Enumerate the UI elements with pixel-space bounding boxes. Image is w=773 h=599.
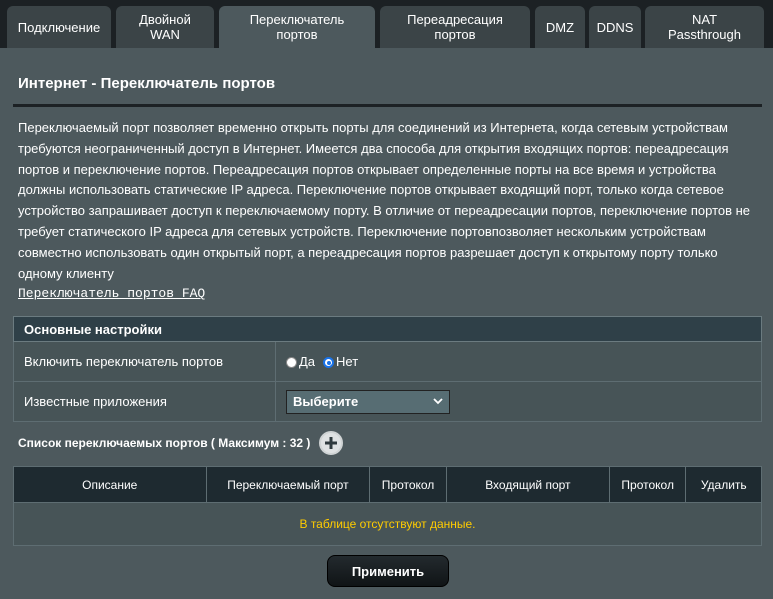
tab-dual-wan[interactable]: Двойной WAN — [116, 6, 214, 48]
no-radio[interactable] — [323, 357, 335, 368]
known-apps-label: Известные приложения — [14, 382, 276, 421]
col-description: Описание — [13, 466, 207, 503]
enable-trigger-row: Включить переключатель портов Да Нет — [13, 342, 762, 382]
tab-ddns[interactable]: DDNS — [589, 6, 641, 48]
col-protocol-2: Протокол — [608, 466, 687, 503]
tab-bar: Подключение Двойной WAN Переключатель по… — [0, 0, 773, 48]
tab-port-trigger[interactable]: Переключатель портов — [219, 6, 375, 48]
col-delete: Удалить — [685, 466, 762, 503]
known-apps-row: Известные приложения Выберите — [13, 382, 762, 422]
empty-table-message: В таблице отсутствуют данные. — [13, 502, 762, 546]
trigger-list-table: Описание Переключаемый порт Протокол Вхо… — [13, 466, 762, 546]
apply-button[interactable]: Применить — [327, 555, 449, 587]
tab-port-forwarding[interactable]: Переадресация портов — [380, 6, 530, 48]
settings-header: Основные настройки — [13, 316, 762, 342]
known-apps-select[interactable]: Выберите — [286, 389, 450, 414]
yes-radio[interactable] — [286, 357, 297, 368]
table-header-row: Описание Переключаемый порт Протокол Вхо… — [13, 466, 762, 503]
col-trigger-port: Переключаемый порт — [205, 466, 371, 503]
page-title: Интернет - Переключатель портов — [18, 75, 276, 92]
no-radio-label[interactable]: Нет — [336, 354, 358, 369]
col-protocol-1: Протокол — [369, 466, 447, 503]
col-incoming-port: Входящий порт — [445, 466, 610, 503]
trigger-list-title: Список переключаемых портов ( Максимум :… — [18, 436, 311, 450]
title-divider — [13, 104, 762, 107]
enable-trigger-label: Включить переключатель портов — [14, 342, 276, 381]
enable-trigger-radios: Да Нет — [276, 342, 761, 381]
add-icon[interactable] — [319, 431, 343, 455]
yes-radio-label[interactable]: Да — [299, 354, 315, 369]
tab-nat-passthrough[interactable]: NAT Passthrough — [645, 6, 764, 48]
chevron-down-icon — [433, 398, 443, 405]
main-panel: Интернет - Переключатель портов Переключ… — [0, 48, 773, 599]
page-description: Переключаемый порт позволяет временно от… — [18, 120, 751, 281]
known-apps-select-value: Выберите — [293, 394, 359, 409]
tab-connection[interactable]: Подключение — [7, 6, 111, 48]
faq-link[interactable]: Переключатель портов FAQ — [18, 286, 205, 301]
basic-settings-table: Основные настройки Включить переключател… — [13, 316, 762, 422]
tab-dmz[interactable]: DMZ — [535, 6, 585, 48]
table-row: В таблице отсутствуют данные. — [13, 502, 762, 546]
